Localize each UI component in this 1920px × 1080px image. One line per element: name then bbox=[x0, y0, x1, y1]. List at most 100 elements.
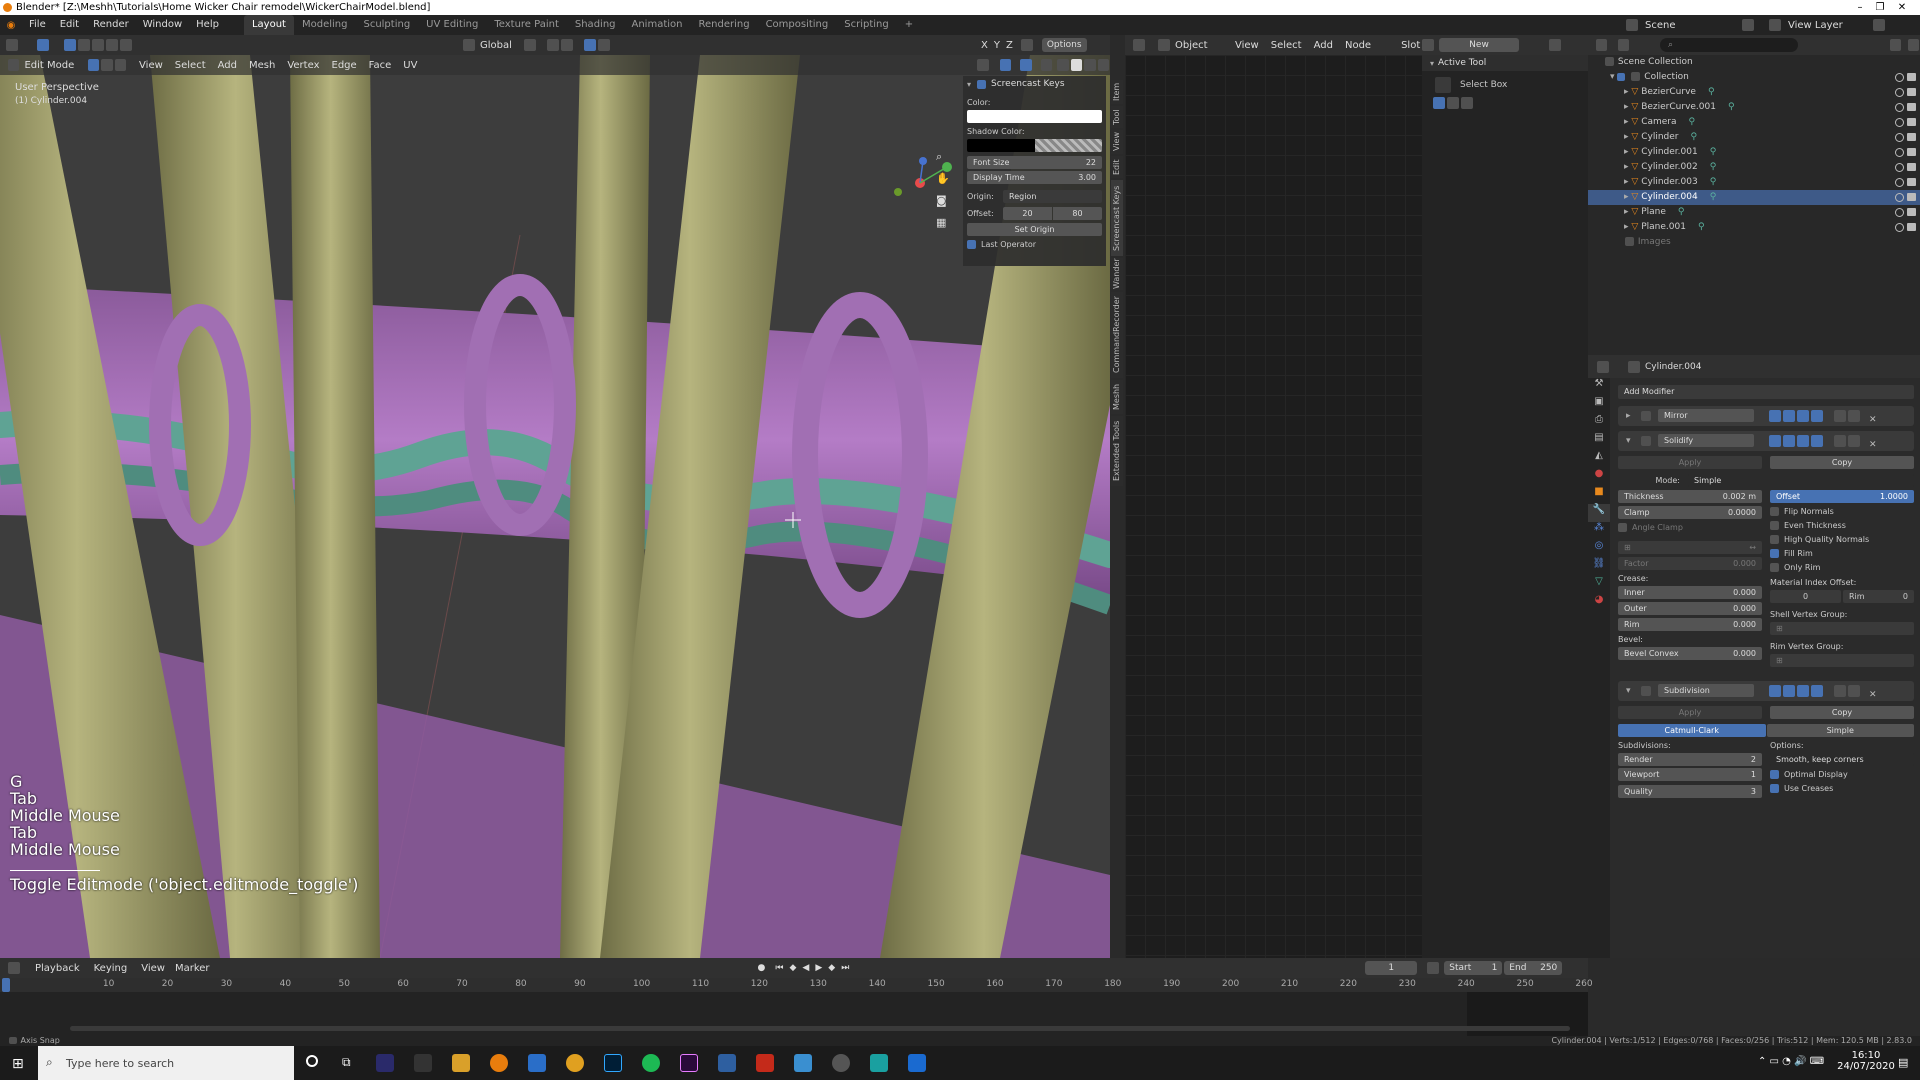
render-icon[interactable] bbox=[1907, 208, 1916, 216]
expand-arrow-icon[interactable]: ▸ bbox=[1624, 162, 1629, 172]
render-toggle-icon[interactable] bbox=[1783, 685, 1795, 697]
select-mode-invert-icon[interactable] bbox=[106, 39, 118, 51]
snap-target-icon[interactable] bbox=[561, 39, 573, 51]
set-origin-button[interactable]: Set Origin bbox=[967, 223, 1102, 236]
eye-icon[interactable] bbox=[1895, 73, 1904, 82]
new-collection-icon[interactable] bbox=[1908, 39, 1919, 51]
remove-modifier-icon[interactable]: ✕ bbox=[1869, 690, 1877, 700]
collection-checkbox[interactable] bbox=[1617, 72, 1626, 81]
menu-add[interactable]: Add bbox=[1314, 40, 1333, 51]
taskbar-search-box[interactable]: ⌕ Type here to search bbox=[38, 1046, 294, 1080]
eye-icon[interactable] bbox=[1895, 88, 1904, 97]
move-down-icon[interactable] bbox=[1848, 435, 1860, 447]
modifier-icon[interactable]: ⚲ bbox=[1710, 147, 1717, 157]
new-material-button[interactable]: New bbox=[1439, 38, 1519, 52]
transform-orientation[interactable]: Global bbox=[480, 40, 514, 51]
solidify-apply-button[interactable]: Apply bbox=[1618, 456, 1762, 469]
new-view-layer-icon[interactable] bbox=[1873, 19, 1885, 31]
sidebar-tab-item[interactable]: Item bbox=[1111, 80, 1123, 104]
move-up-icon[interactable] bbox=[1834, 435, 1846, 447]
photoshop-icon[interactable] bbox=[604, 1054, 622, 1072]
modifier-tab-icon[interactable]: 🔧 bbox=[1588, 504, 1610, 522]
tab-layout[interactable]: Layout bbox=[243, 15, 294, 35]
task-view-icon[interactable]: ⧉ bbox=[342, 1055, 351, 1070]
premiere-icon[interactable] bbox=[680, 1054, 698, 1072]
subdivision-name-field[interactable]: Subdivision bbox=[1658, 684, 1754, 697]
chrome-icon[interactable] bbox=[566, 1054, 584, 1072]
cage-toggle-icon[interactable] bbox=[1811, 435, 1823, 447]
remove-modifier-icon[interactable]: ✕ bbox=[1869, 415, 1877, 425]
cage-toggle-icon[interactable] bbox=[1811, 685, 1823, 697]
font-size-field[interactable]: Font Size 22 bbox=[967, 156, 1102, 169]
hq-normals-checkbox[interactable] bbox=[1770, 535, 1779, 544]
menu-view[interactable]: View bbox=[139, 60, 163, 71]
solidify-modifier-header[interactable]: ▾ Solidify ✕ bbox=[1618, 431, 1914, 451]
optimal-display-checkbox[interactable] bbox=[1770, 770, 1779, 779]
expand-arrow-icon[interactable]: ▸ bbox=[1624, 117, 1629, 127]
tab-compositing[interactable]: Compositing bbox=[758, 15, 837, 35]
tab-sculpting[interactable]: Sculpting bbox=[355, 15, 418, 35]
simple-subdiv-button[interactable]: Simple bbox=[1766, 724, 1914, 737]
preview-range-icon[interactable] bbox=[1427, 962, 1440, 974]
shading-wireframe-icon[interactable] bbox=[1057, 59, 1069, 71]
eye-icon[interactable] bbox=[1895, 208, 1904, 217]
rim-vertex-group-field[interactable]: ⊞ bbox=[1770, 654, 1914, 667]
outliner-item[interactable]: ▸ ▽ Camera ⚲ bbox=[1588, 115, 1920, 130]
move-up-icon[interactable] bbox=[1834, 410, 1846, 422]
eye-icon[interactable] bbox=[1895, 103, 1904, 112]
render-icon[interactable] bbox=[1907, 148, 1916, 156]
render-icon[interactable] bbox=[1907, 193, 1916, 201]
proportional-edit-icon[interactable] bbox=[584, 39, 596, 51]
menu-file[interactable]: File bbox=[22, 15, 53, 35]
axis-x-label[interactable]: X bbox=[981, 40, 988, 51]
menu-face[interactable]: Face bbox=[369, 60, 392, 71]
outliner-item[interactable]: ▸ ▽ Cylinder.003 ⚲ bbox=[1588, 175, 1920, 190]
view-layer-tab-icon[interactable]: ▤ bbox=[1588, 432, 1610, 450]
outliner-item[interactable]: ▸ ▽ Cylinder ⚲ bbox=[1588, 130, 1920, 145]
eye-icon[interactable] bbox=[1895, 163, 1904, 172]
menu-marker[interactable]: Marker bbox=[175, 963, 210, 974]
angle-clamp-checkbox[interactable] bbox=[1618, 523, 1627, 532]
eye-icon[interactable] bbox=[1895, 223, 1904, 232]
timeline-ruler[interactable]: 0102030405060708090100110120130140150160… bbox=[0, 978, 1593, 992]
mirror-name-field[interactable]: Mirror bbox=[1658, 409, 1754, 422]
mirror-modifier-header[interactable]: ▸ Mirror ✕ bbox=[1618, 406, 1914, 426]
tool-tab-icon[interactable]: ⚒ bbox=[1588, 378, 1610, 396]
modifier-icon[interactable]: ⚲ bbox=[1678, 207, 1685, 217]
outliner-images[interactable]: Images bbox=[1588, 235, 1920, 250]
editor-type-icon[interactable] bbox=[1133, 39, 1145, 51]
offset-field[interactable]: Offset 1.0000 bbox=[1770, 490, 1914, 503]
select-mode-extend-icon[interactable] bbox=[1447, 97, 1459, 109]
jump-start-icon[interactable]: ⏮ bbox=[775, 963, 783, 973]
render-icon[interactable] bbox=[1907, 88, 1916, 96]
crease-outer-field[interactable]: Outer 0.000 bbox=[1618, 602, 1762, 615]
shader-editor[interactable] bbox=[1125, 55, 1422, 958]
solidify-name-field[interactable]: Solidify bbox=[1658, 434, 1754, 447]
outliner-item[interactable]: ▸ ▽ Cylinder.001 ⚲ bbox=[1588, 145, 1920, 160]
expand-arrow-icon[interactable]: ▸ bbox=[1624, 102, 1629, 112]
thickness-field[interactable]: Thickness 0.002 m bbox=[1618, 490, 1762, 503]
menu-view[interactable]: View bbox=[141, 963, 165, 974]
realtime-icon[interactable] bbox=[1769, 410, 1781, 422]
tab-modeling[interactable]: Modeling bbox=[294, 15, 356, 35]
pan-hand-icon[interactable]: ✋ bbox=[936, 172, 952, 194]
zoom-icon[interactable]: ⌕ bbox=[936, 150, 952, 172]
tab-rendering[interactable]: Rendering bbox=[690, 15, 757, 35]
spotify-icon[interactable] bbox=[642, 1054, 660, 1072]
expand-arrow-icon[interactable]: ▸ bbox=[1626, 411, 1631, 421]
menu-window[interactable]: Window bbox=[136, 15, 189, 35]
catmull-clark-button[interactable]: Catmull-Clark bbox=[1618, 724, 1766, 737]
playhead[interactable] bbox=[2, 978, 10, 992]
pivot-icon[interactable] bbox=[524, 39, 536, 51]
subdivision-modifier-header[interactable]: ▾ Subdivision ✕ bbox=[1618, 681, 1914, 701]
origin-dropdown[interactable]: Region bbox=[1003, 190, 1102, 203]
mode-dropdown[interactable]: Simple bbox=[1688, 474, 1914, 487]
menu-uv[interactable]: UV bbox=[403, 60, 417, 71]
timeline-scrollbar[interactable] bbox=[70, 1026, 1570, 1031]
expand-arrow-icon[interactable]: ▸ bbox=[1624, 222, 1629, 232]
snap-icon[interactable] bbox=[547, 39, 559, 51]
outliner-search-input[interactable]: ⌕ bbox=[1659, 38, 1799, 52]
menu-select[interactable]: Select bbox=[1271, 40, 1302, 51]
sidebar-tab-commandrecorder[interactable]: CommandRecorder bbox=[1111, 292, 1123, 378]
blender-menu-icon[interactable]: ◉ bbox=[0, 20, 22, 31]
